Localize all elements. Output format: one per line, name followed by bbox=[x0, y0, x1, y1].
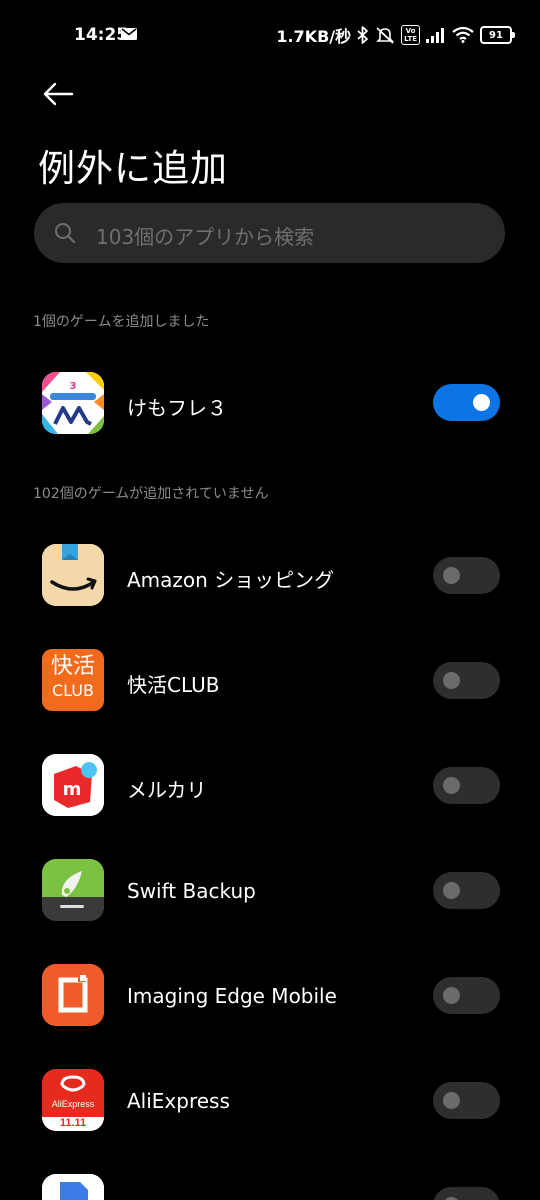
back-button[interactable] bbox=[38, 74, 78, 114]
app-toggle[interactable] bbox=[433, 662, 500, 699]
imaging-edge-icon bbox=[42, 964, 104, 1026]
signal-icon bbox=[426, 28, 444, 43]
app-toggle[interactable] bbox=[433, 1187, 500, 1200]
app-row-aliexpress[interactable]: AliExpress 11.11 AliExpress bbox=[0, 1048, 540, 1153]
kaikatsu-icon-subtext: CLUB bbox=[52, 681, 94, 700]
search-input[interactable]: 103個のアプリから検索 bbox=[34, 203, 505, 263]
kaikatsu-icon-text: 快活 bbox=[50, 654, 95, 679]
svg-text:3: 3 bbox=[70, 381, 77, 392]
toggle-knob bbox=[443, 777, 460, 794]
app-row-mercari[interactable]: m メルカリ bbox=[0, 733, 540, 838]
search-placeholder: 103個のアプリから検索 bbox=[96, 225, 315, 249]
app-name: Amazon ショッピング bbox=[127, 568, 335, 592]
app-name: 快活CLUB bbox=[127, 673, 220, 697]
toggle-knob bbox=[443, 987, 460, 1004]
battery-icon: 91 bbox=[480, 26, 515, 44]
network-speed: 1.7KB/秒 bbox=[276, 27, 352, 46]
app-toggle[interactable] bbox=[433, 1082, 500, 1119]
app-icon-partial bbox=[42, 1174, 104, 1200]
app-row-partial[interactable] bbox=[0, 1153, 540, 1200]
mercari-icon: m bbox=[42, 754, 104, 816]
bluetooth-icon bbox=[357, 26, 369, 44]
mail-icon bbox=[121, 28, 137, 40]
back-arrow-icon bbox=[43, 82, 74, 106]
app-toggle[interactable] bbox=[433, 872, 500, 909]
app-toggle[interactable] bbox=[433, 557, 500, 594]
kemofure-icon: 3 bbox=[42, 372, 104, 434]
app-name: メルカリ bbox=[127, 778, 207, 802]
app-name: AliExpress bbox=[127, 1089, 230, 1113]
toggle-knob bbox=[443, 567, 460, 584]
app-row-kaikatsu[interactable]: 快活 CLUB 快活CLUB bbox=[0, 628, 540, 733]
aliexpress-icon: AliExpress 11.11 bbox=[42, 1069, 104, 1131]
app-name: Swift Backup bbox=[127, 879, 256, 903]
wifi-icon bbox=[452, 27, 474, 43]
toggle-knob bbox=[443, 1092, 460, 1109]
added-section-header: 1個のゲームを追加しました bbox=[33, 314, 210, 330]
amazon-icon bbox=[42, 544, 104, 606]
toggle-knob bbox=[473, 394, 490, 411]
status-time: 14:25 bbox=[74, 25, 129, 45]
aliexpress-icon-text: AliExpress bbox=[51, 1099, 95, 1109]
app-toggle[interactable] bbox=[433, 384, 500, 421]
app-row-swift-backup[interactable]: Swift Backup bbox=[0, 838, 540, 943]
app-row-imaging-edge[interactable]: Imaging Edge Mobile bbox=[0, 943, 540, 1048]
kaikatsu-icon: 快活 CLUB bbox=[42, 649, 104, 711]
app-row-kemofure[interactable]: 3 けもフレ３ bbox=[0, 351, 540, 456]
not-added-section-header: 102個のゲームが追加されていません bbox=[33, 486, 269, 502]
mute-bell-icon bbox=[376, 27, 395, 44]
page-title: 例外に追加 bbox=[38, 147, 228, 190]
volte-icon: Vo LTE bbox=[401, 25, 420, 45]
app-toggle[interactable] bbox=[433, 767, 500, 804]
svg-text:m: m bbox=[63, 779, 82, 800]
search-icon bbox=[55, 223, 76, 244]
toggle-knob bbox=[443, 672, 460, 689]
swift-backup-icon bbox=[42, 859, 104, 921]
aliexpress-icon-badge: 11.11 bbox=[59, 1117, 87, 1129]
status-indicators: 1.7KB/秒 Vo LTE 91 bbox=[276, 23, 515, 47]
app-toggle[interactable] bbox=[433, 977, 500, 1014]
toggle-knob bbox=[443, 882, 460, 899]
app-row-amazon[interactable]: Amazon ショッピング bbox=[0, 523, 540, 628]
status-bar: 14:25 1.7KB/秒 Vo LTE 91 bbox=[0, 0, 540, 70]
app-name: けもフレ３ bbox=[127, 396, 227, 420]
app-name: Imaging Edge Mobile bbox=[127, 984, 337, 1008]
